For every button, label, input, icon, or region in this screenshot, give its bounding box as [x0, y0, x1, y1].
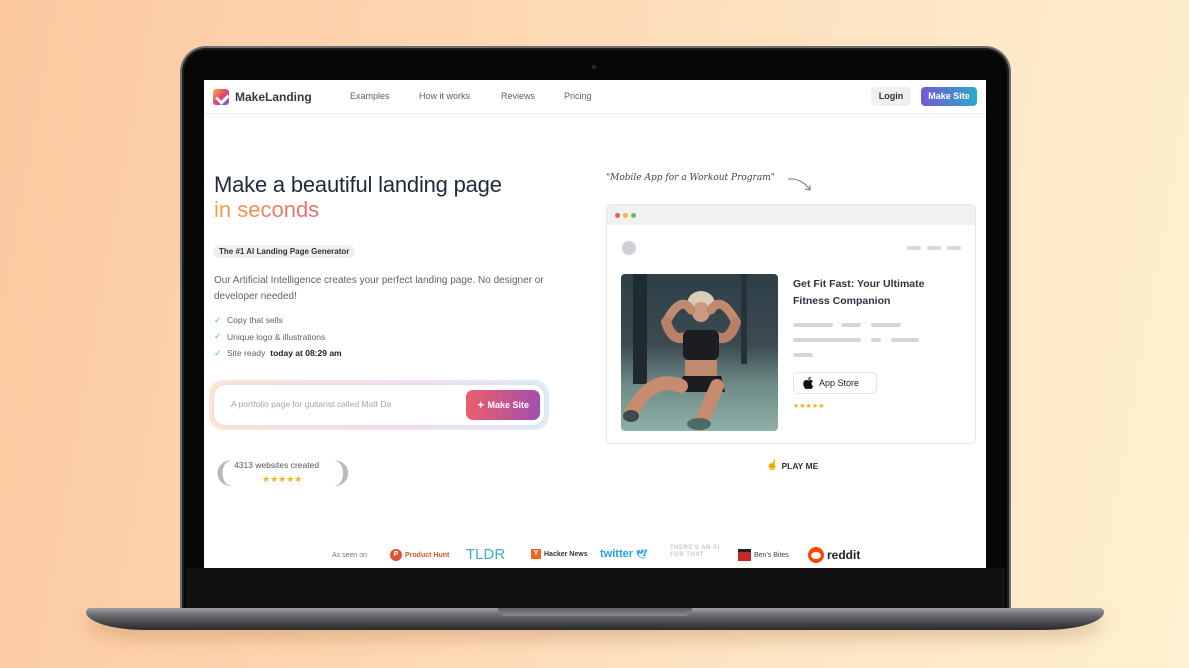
check-icon: ✓ — [214, 347, 222, 358]
nav-link-reviews[interactable]: Reviews — [501, 91, 535, 101]
bens-bites-logo[interactable]: Ben's Bites — [738, 549, 789, 561]
fitness-photo-illustration — [623, 274, 747, 431]
preview-rating-stars: ★★★★★ — [793, 403, 825, 410]
feature-item: ✓ Unique logo & illustrations — [214, 329, 342, 346]
feature-item: ✓ Site ready today at 08:29 am — [214, 345, 342, 362]
preview-title: Get Fit Fast: Your Ultimate Fitness Comp… — [793, 278, 925, 307]
maximize-dot-icon — [631, 212, 636, 218]
close-dot-icon — [615, 212, 620, 218]
preview-menu-placeholder — [907, 246, 921, 250]
brand-logo-icon — [213, 89, 229, 105]
feature-text: Site ready — [227, 348, 266, 359]
text-placeholder — [793, 338, 861, 342]
nav-link-how-it-works[interactable]: How it works — [419, 91, 470, 101]
product-hunt-logo[interactable]: P Product Hunt — [390, 549, 449, 561]
check-icon: ✓ — [214, 331, 222, 342]
bens-bites-icon — [738, 549, 751, 561]
laptop-bezel-bottom — [186, 568, 1005, 608]
apple-icon — [803, 377, 814, 389]
text-placeholder — [871, 338, 881, 342]
prompt-placeholder[interactable]: A portfolio page for guitarist called Ma… — [231, 399, 391, 409]
reddit-text: reddit — [827, 548, 861, 562]
feature-text: Unique logo & illustrations — [227, 331, 326, 342]
text-placeholder — [793, 353, 813, 357]
preview-window: Get Fit Fast: Your Ultimate Fitness Comp… — [606, 204, 976, 444]
example-prompt-quote: "Mobile App for a Workout Program" — [606, 173, 775, 183]
rating-stars: ★★★★★ — [262, 474, 303, 484]
brand-name: MakeLanding — [235, 90, 312, 104]
feature-text: Copy that sells — [227, 315, 283, 326]
check-icon: ✓ — [214, 314, 222, 325]
pointer-hand-icon: ☝ — [766, 460, 779, 471]
nav-link-examples[interactable]: Examples — [350, 91, 390, 101]
laptop-hinge-notch — [498, 608, 692, 616]
text-placeholder — [871, 323, 901, 327]
curved-arrow-icon — [787, 178, 811, 191]
hero-description: Our Artificial Intelligence creates your… — [214, 275, 544, 302]
play-me-label: PLAY ME — [781, 460, 819, 471]
prompt-input[interactable]: A portfolio page for guitarist called Ma… — [214, 385, 544, 425]
as-seen-on-bar: As seen on P Product Hunt TLDR Y Hacker … — [204, 545, 986, 568]
theres-an-ai-for-that-logo[interactable]: THERE'S AN AI FOR THAT — [670, 545, 728, 559]
reddit-icon — [808, 547, 824, 563]
hacker-news-logo[interactable]: Y Hacker News — [531, 549, 588, 559]
top-nav: MakeLanding Examples How it works Review… — [204, 80, 986, 114]
product-hunt-icon: P — [390, 549, 402, 561]
preview-menu-placeholder — [947, 246, 961, 250]
preview-window-titlebar — [607, 205, 975, 225]
hero-title-highlight: in seconds — [214, 197, 320, 222]
product-hunt-text: Product Hunt — [405, 551, 450, 559]
app-store-button[interactable]: App Store — [793, 372, 877, 394]
text-placeholder — [793, 323, 833, 327]
nav-link-pricing[interactable]: Pricing — [564, 91, 592, 101]
twitter-text: twitter — [600, 548, 633, 560]
preview-menu-placeholder — [927, 246, 941, 250]
text-placeholder — [841, 323, 861, 327]
laurel-right-icon: ❩ — [330, 457, 354, 488]
feature-time: today at 08:29 am — [270, 348, 342, 359]
laurel-left-icon: ❨ — [212, 457, 236, 488]
screen: MakeLanding Examples How it works Review… — [204, 80, 986, 568]
tldr-logo[interactable]: TLDR — [466, 546, 505, 563]
webcam — [592, 65, 596, 69]
feature-item: ✓ Copy that sells — [214, 312, 342, 329]
sparkle-icon: ✦ — [476, 399, 485, 410]
minimize-dot-icon — [623, 212, 628, 218]
as-seen-on-label: As seen on — [332, 552, 368, 559]
make-site-label: Make Site — [487, 400, 530, 410]
play-me-button[interactable]: ☝ PLAY ME — [766, 460, 818, 471]
websites-created-count: 4313 websites created — [234, 460, 320, 470]
twitter-bird-icon: 🕊 — [636, 548, 648, 559]
preview-logo-placeholder — [622, 241, 636, 255]
login-button[interactable]: Login — [871, 87, 911, 106]
hacker-news-text: Hacker News — [544, 550, 588, 558]
brand-logo[interactable]: MakeLanding — [213, 89, 312, 105]
reddit-logo[interactable]: reddit — [808, 547, 860, 563]
feature-list: ✓ Copy that sells ✓ Unique logo & illust… — [214, 312, 342, 362]
tagline-badge: The #1 AI Landing Page Generator — [213, 245, 356, 258]
app-store-label: App Store — [819, 378, 860, 388]
award-badge: ❨ ❩ 4313 websites created ★★★★★ — [212, 455, 353, 491]
make-site-button[interactable]: ✦ Make Site — [466, 390, 540, 420]
twitter-logo[interactable]: twitter 🕊 — [600, 548, 647, 560]
fitness-photo — [621, 274, 778, 431]
hacker-news-icon: Y — [531, 549, 541, 559]
make-site-nav-button[interactable]: Make Site — [921, 87, 977, 106]
text-placeholder — [891, 338, 919, 342]
hero-title: Make a beautiful landing page — [214, 172, 502, 197]
bens-bites-text: Ben's Bites — [754, 551, 789, 559]
